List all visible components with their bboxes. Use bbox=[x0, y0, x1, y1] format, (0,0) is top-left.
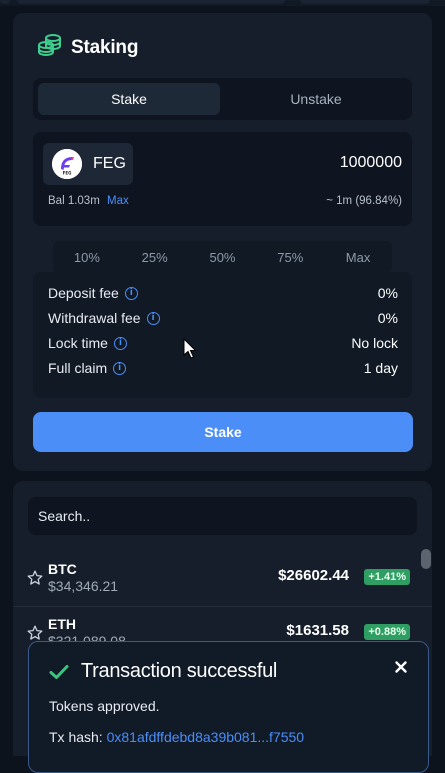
info-circle-icon[interactable]: i bbox=[113, 336, 127, 350]
coin-stack-icon bbox=[37, 33, 63, 62]
info-row-lock-time: Lock time i No lock bbox=[48, 333, 398, 353]
percent-option-10[interactable]: 10% bbox=[53, 241, 121, 273]
toast-title: Transaction successful bbox=[81, 660, 278, 682]
feg-logo-text: FEG bbox=[63, 171, 72, 176]
search-placeholder: Search.. bbox=[38, 508, 91, 524]
deposit-fee-label: Deposit fee bbox=[48, 285, 119, 301]
token-symbol: FEG bbox=[93, 155, 126, 172]
withdrawal-fee-label: Withdrawal fee bbox=[48, 310, 141, 326]
stake-amount-panel: FEG FEG 1000000 Bal 1.03m Max ~ 1m (96.8… bbox=[33, 132, 412, 226]
tx-hash-label: Tx hash: bbox=[49, 729, 103, 745]
stake-unstake-tabs: Stake Unstake bbox=[33, 78, 412, 120]
top-edge-strip bbox=[0, 0, 445, 6]
info-row-withdrawal-fee: Withdrawal fee i 0% bbox=[48, 308, 398, 328]
balance-text: Bal 1.03m Max bbox=[48, 195, 129, 207]
lock-time-label: Lock time bbox=[48, 335, 108, 351]
info-row-full-claim: Full claim i 1 day bbox=[48, 358, 398, 378]
lock-time-value: No lock bbox=[351, 335, 398, 351]
tx-hash-link[interactable]: 0x81afdffdebd8a39b081...f7550 bbox=[107, 729, 304, 745]
top-edge-segment bbox=[0, 0, 10, 4]
tab-stake[interactable]: Stake bbox=[38, 83, 220, 115]
top-edge-segment bbox=[300, 0, 430, 4]
coin-sub-price: $34,346.21 bbox=[48, 578, 119, 594]
info-label-wrap: Withdrawal fee i bbox=[48, 310, 160, 326]
info-label-wrap: Deposit fee i bbox=[48, 285, 138, 301]
stake-button[interactable]: Stake bbox=[33, 412, 413, 452]
amount-input[interactable]: 1000000 bbox=[340, 154, 402, 172]
percent-option-75[interactable]: 75% bbox=[256, 241, 324, 273]
info-circle-icon[interactable]: i bbox=[124, 286, 138, 300]
tx-hash-line: Tx hash: 0x81afdffdebd8a39b081...f7550 bbox=[49, 729, 304, 745]
percent-option-50[interactable]: 50% bbox=[189, 241, 257, 273]
change-badge: +0.88% bbox=[364, 624, 410, 640]
top-edge-segment bbox=[17, 0, 285, 4]
search-input[interactable]: Search.. bbox=[28, 497, 417, 535]
info-circle-icon[interactable]: i bbox=[146, 311, 160, 325]
coin-symbol: ETH bbox=[48, 616, 76, 632]
staking-header: Staking bbox=[37, 33, 138, 62]
percent-selector: 10% 25% 50% 75% Max bbox=[53, 241, 392, 273]
balance-label: Bal 1.03m bbox=[48, 195, 100, 207]
coin-symbol: BTC bbox=[48, 561, 77, 577]
coin-price: $1631.58 bbox=[286, 622, 349, 639]
percent-option-25[interactable]: 25% bbox=[121, 241, 189, 273]
toast-header: Transaction successful bbox=[49, 660, 277, 683]
coin-price: $26602.44 bbox=[278, 567, 349, 584]
list-item-btc[interactable]: BTC $34,346.21 $26602.44 +1.41% bbox=[13, 556, 432, 607]
toast-message: Tokens approved. bbox=[49, 698, 160, 714]
full-claim-label: Full claim bbox=[48, 360, 108, 376]
deposit-fee-value: 0% bbox=[377, 285, 398, 301]
info-circle-icon[interactable]: i bbox=[113, 361, 127, 375]
close-icon[interactable] bbox=[394, 660, 408, 674]
withdrawal-fee-value: 0% bbox=[377, 310, 398, 326]
list-scrollbar-thumb[interactable] bbox=[421, 549, 431, 569]
max-link[interactable]: Max bbox=[107, 195, 129, 207]
percent-option-max[interactable]: Max bbox=[324, 241, 392, 273]
info-label-wrap: Full claim i bbox=[48, 360, 127, 376]
mouse-cursor-icon bbox=[183, 338, 197, 359]
transaction-toast: Transaction successful Tokens approved. … bbox=[28, 641, 429, 773]
checkmark-icon bbox=[49, 664, 69, 679]
star-outline-icon[interactable] bbox=[27, 570, 43, 586]
info-row-deposit-fee: Deposit fee i 0% bbox=[48, 283, 398, 303]
staking-card: Staking Stake Unstake FEG FEG 1000000 Ba… bbox=[13, 13, 432, 471]
fee-info-panel: Deposit fee i 0% Withdrawal fee i 0% Loc… bbox=[33, 272, 412, 398]
converted-value: ~ 1m (96.84%) bbox=[326, 195, 402, 207]
full-claim-value: 1 day bbox=[363, 360, 398, 376]
feg-token-icon: FEG bbox=[52, 149, 82, 179]
token-selector[interactable]: FEG FEG bbox=[43, 143, 133, 185]
star-outline-icon[interactable] bbox=[27, 625, 43, 641]
info-label-wrap: Lock time i bbox=[48, 335, 127, 351]
tab-unstake[interactable]: Unstake bbox=[225, 83, 407, 115]
staking-title: Staking bbox=[71, 36, 139, 58]
change-badge: +1.41% bbox=[364, 569, 410, 585]
